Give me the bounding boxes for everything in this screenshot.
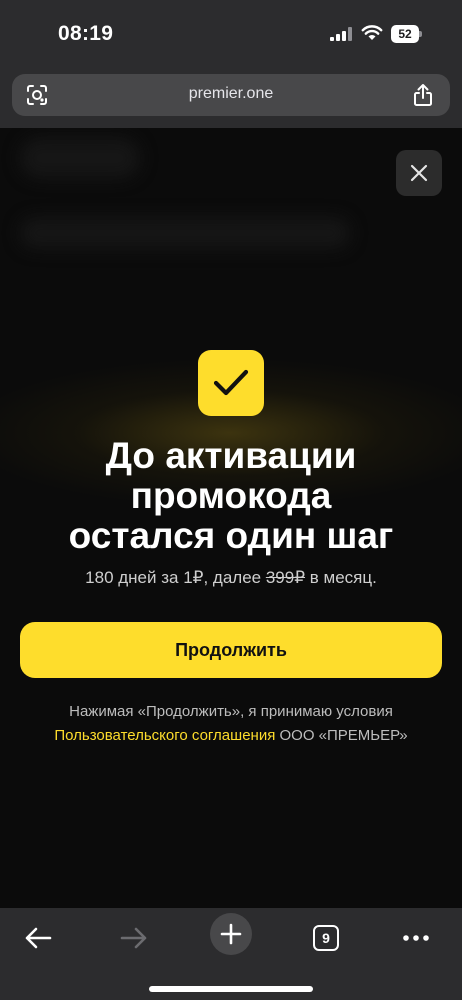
status-time: 08:19 — [58, 22, 114, 45]
offer-subtitle: 180 дней за 1₽, далее 399₽ в месяц. — [0, 568, 462, 588]
signal-icon — [330, 27, 352, 41]
battery-icon: 52 — [391, 25, 422, 43]
new-tab-button[interactable] — [210, 913, 252, 955]
title-line-1: До активации — [105, 435, 357, 476]
back-button[interactable] — [16, 916, 60, 960]
checkmark-icon — [213, 369, 249, 396]
back-arrow-icon — [25, 927, 52, 949]
success-badge — [198, 350, 264, 416]
user-agreement-link[interactable]: Пользовательского соглашения — [54, 727, 275, 744]
page-title: До активации промокода остался один шаг — [20, 436, 442, 556]
continue-button[interactable]: Продолжить — [20, 622, 442, 678]
background-blur — [20, 218, 350, 248]
home-indicator — [149, 986, 313, 992]
old-price: 399₽ — [265, 568, 306, 587]
promo-modal: До активации промокода остался один шаг … — [0, 128, 462, 908]
title-line-3: остался один шаг — [68, 515, 394, 556]
more-icon — [403, 935, 429, 941]
address-bar[interactable]: premier.one — [12, 74, 450, 116]
terms-line-1: Нажимая «Продолжить», я принимаю условия — [69, 703, 393, 720]
browser-address-area: premier.one — [0, 66, 462, 128]
close-icon — [410, 164, 428, 182]
url-text: premier.one — [188, 85, 274, 102]
status-bar: 08:19 52 — [0, 0, 462, 66]
forward-arrow-icon — [120, 927, 147, 949]
plus-icon — [220, 923, 242, 945]
tabs-button[interactable]: 9 — [304, 916, 348, 960]
close-button[interactable] — [396, 150, 442, 196]
forward-button[interactable] — [112, 916, 156, 960]
browser-toolbar: 9 — [0, 908, 462, 1000]
offer-suffix: в месяц. — [305, 568, 377, 587]
tabs-count: 9 — [313, 925, 339, 951]
background-blur — [20, 138, 140, 178]
wifi-icon — [361, 25, 383, 40]
battery-level: 52 — [391, 25, 419, 43]
title-line-2: промокода — [130, 475, 332, 516]
share-icon[interactable] — [412, 83, 434, 107]
terms-text: Нажимая «Продолжить», я принимаю условия… — [0, 700, 462, 748]
offer-prefix: 180 дней за 1₽, далее — [85, 568, 266, 587]
terms-company: ООО «ПРЕМЬЕР» — [275, 727, 408, 744]
more-button[interactable] — [394, 916, 438, 960]
